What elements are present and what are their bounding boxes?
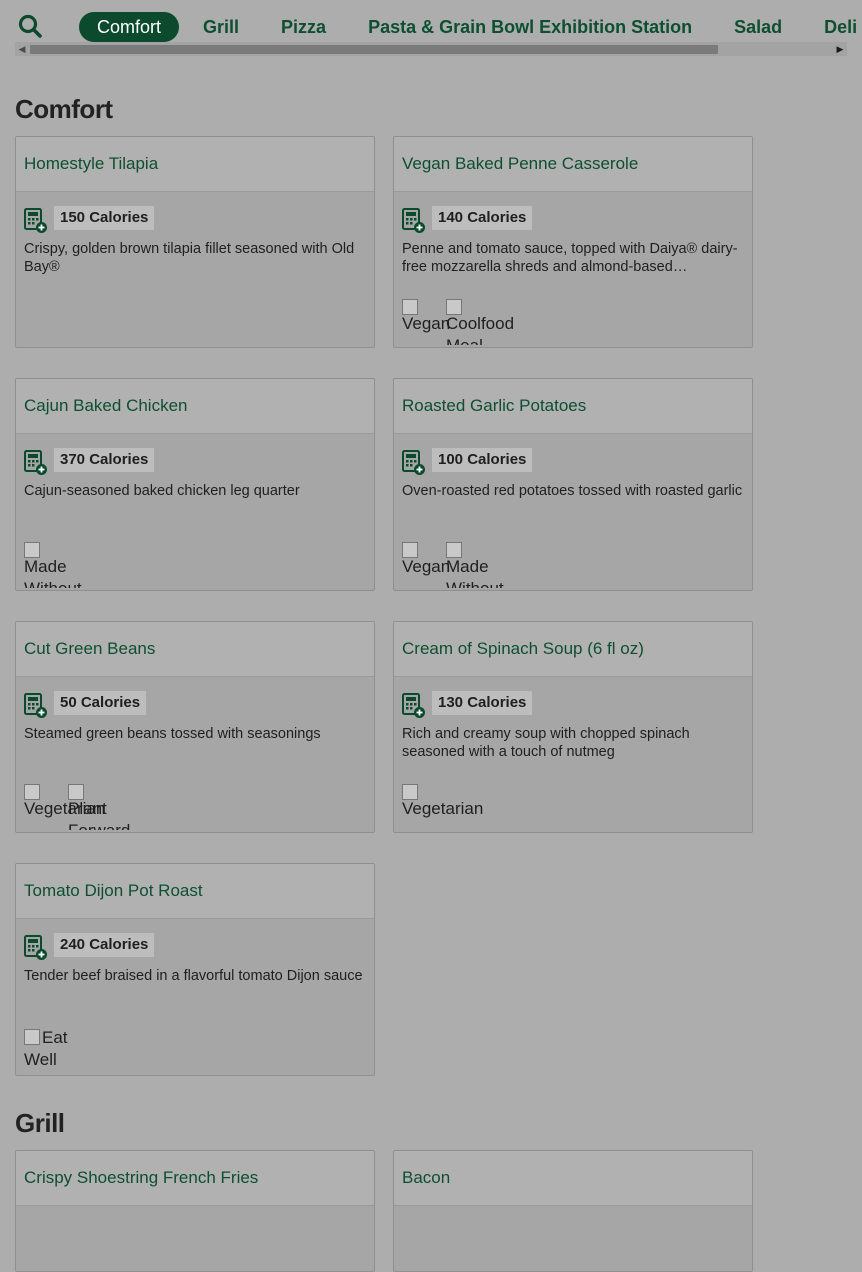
tab-deli[interactable]: Deli — [806, 12, 862, 42]
vegan-icon: Vegan — [402, 542, 450, 578]
menu-item-description: Penne and tomato sauce, topped with Daiy… — [402, 241, 738, 275]
station-nav: Comfort Grill Pizza Pasta & Grain Bowl Exhi… — [0, 0, 862, 58]
calculator-add-icon[interactable] — [402, 450, 426, 476]
menu-item-description: Oven-roasted red potatoes tossed with ro… — [402, 483, 743, 499]
dietary-tags: Made Without — [24, 542, 94, 588]
coolfood-meal-icon: Coolfood Meal — [446, 299, 516, 345]
calorie-badge: 130 Calories — [432, 691, 533, 715]
scroll-thumb[interactable] — [30, 45, 718, 54]
section-title-grill: Grill — [15, 1108, 65, 1138]
menu-item-card: Vegan Baked Penne Casserole 140 Calories… — [393, 136, 753, 348]
menu-item-name[interactable]: Roasted Garlic Potatoes — [394, 379, 752, 434]
menu-item-name[interactable]: Tomato Dijon Pot Roast — [16, 864, 374, 919]
tab-pizza[interactable]: Pizza — [263, 12, 344, 42]
tab-pasta-grain-bowl[interactable]: Pasta & Grain Bowl Exhibition Station — [350, 12, 710, 42]
menu-item-name[interactable]: Cajun Baked Chicken — [16, 379, 374, 434]
made-without-gluten-icon: Made Without — [446, 542, 516, 588]
calculator-add-icon[interactable] — [24, 935, 48, 961]
dietary-tags: Vegetarian — [402, 784, 492, 830]
menu-item-card: Cream of Spinach Soup (6 fl oz) 130 Calo… — [393, 621, 753, 833]
menu-item-card: Cut Green Beans 50 Calories Steamed gree… — [15, 621, 375, 833]
calculator-add-icon[interactable] — [24, 693, 48, 719]
calorie-badge: 370 Calories — [54, 448, 155, 472]
menu-item-card: Homestyle Tilapia 150 Calories Crispy, g… — [15, 136, 375, 348]
menu-item-description: Crispy, golden brown tilapia fillet seas… — [24, 241, 355, 275]
plant-forward-icon: Plant Forward — [68, 784, 138, 830]
vegetarian-icon: Vegetarian — [24, 784, 105, 820]
calculator-add-icon[interactable] — [24, 208, 48, 234]
menu-item-name[interactable]: Crispy Shoestring French Fries — [16, 1151, 374, 1206]
menu-item-name[interactable]: Bacon — [394, 1151, 752, 1206]
tabs-scrollbar[interactable]: ◀ ▶ — [15, 42, 847, 56]
calorie-badge: 50 Calories — [54, 691, 147, 715]
scroll-left-arrow-icon[interactable]: ◀ — [15, 42, 29, 56]
calorie-badge: 240 Calories — [54, 933, 155, 957]
menu-item-name[interactable]: Vegan Baked Penne Casserole — [394, 137, 752, 192]
calorie-badge: 100 Calories — [432, 448, 533, 472]
search-icon[interactable] — [18, 14, 44, 40]
scroll-right-arrow-icon[interactable]: ▶ — [833, 42, 847, 56]
calculator-add-icon[interactable] — [402, 208, 426, 234]
tab-comfort[interactable]: Comfort — [79, 12, 180, 42]
station-tabs: Comfort Grill Pizza Pasta & Grain Bowl Exhi… — [79, 12, 862, 42]
calculator-add-icon[interactable] — [402, 693, 426, 719]
tab-salad[interactable]: Salad — [716, 12, 800, 42]
menu-item-card: Cajun Baked Chicken 370 Calories Cajun-s… — [15, 378, 375, 591]
dietary-tags: Eat Well — [24, 1027, 68, 1073]
calorie-badge: 150 Calories — [54, 206, 155, 230]
calculator-add-icon[interactable] — [24, 450, 48, 476]
dietary-tags: VeganCoolfood Meal — [402, 299, 516, 345]
menu-item-description: Cajun-seasoned baked chicken leg quarter — [24, 483, 300, 499]
menu-item-card: Crispy Shoestring French Fries — [15, 1150, 375, 1272]
made-without-gluten-icon: Made Without — [24, 542, 94, 588]
menu-item-description: Steamed green beans tossed with seasonin… — [24, 726, 321, 742]
menu-item-name[interactable]: Cream of Spinach Soup (6 fl oz) — [394, 622, 752, 677]
calorie-badge: 140 Calories — [432, 206, 533, 230]
dietary-tags: VegetarianPlant Forward — [24, 784, 138, 830]
section-title-comfort: Comfort — [15, 94, 113, 124]
vegetarian-icon: Vegetarian — [402, 784, 492, 820]
dietary-tags: VeganMade Without — [402, 542, 516, 588]
menu-item-name[interactable]: Cut Green Beans — [16, 622, 374, 677]
menu-item-name[interactable]: Homestyle Tilapia — [16, 137, 374, 192]
eat-well-icon: Eat Well — [24, 1028, 68, 1069]
tab-grill[interactable]: Grill — [185, 12, 257, 42]
menu-item-description: Rich and creamy soup with chopped spinac… — [402, 726, 690, 760]
menu-item-card: Tomato Dijon Pot Roast 240 Calories Tend… — [15, 863, 375, 1076]
menu-item-description: Tender beef braised in a flavorful tomat… — [24, 968, 363, 984]
menu-item-card: Bacon — [393, 1150, 753, 1272]
menu-item-card: Roasted Garlic Potatoes 100 Calories Ove… — [393, 378, 753, 591]
vegan-icon: Vegan — [402, 299, 450, 335]
